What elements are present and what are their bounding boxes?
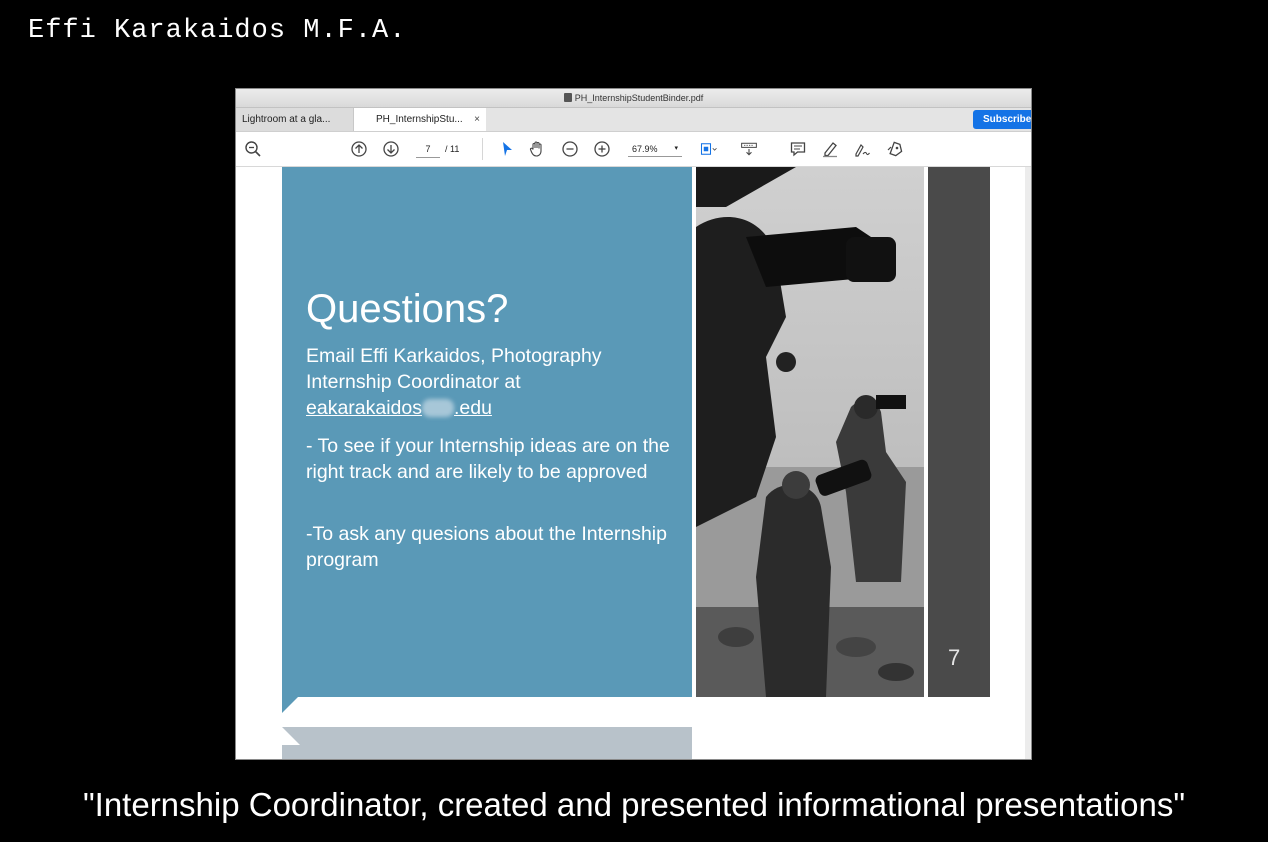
- tab-label: PH_InternshipStu...: [376, 114, 463, 125]
- tab-bar: Lightroom at a gla... PH_InternshipStu..…: [236, 108, 1031, 132]
- scroll-mode-icon[interactable]: [740, 140, 762, 158]
- caption: "Internship Coordinator, created and pre…: [82, 786, 1186, 823]
- page-up-icon[interactable]: [350, 140, 368, 158]
- zoom-minus-icon[interactable]: [561, 140, 579, 158]
- email-link[interactable]: eakarakaidos .edu: [306, 397, 492, 419]
- share-icon[interactable]: [886, 140, 904, 158]
- comment-icon[interactable]: [789, 140, 807, 158]
- chevron-down-icon: ▾: [674, 145, 678, 152]
- tab-lightroom[interactable]: Lightroom at a gla...: [236, 108, 354, 131]
- slide-text-panel: [282, 167, 692, 713]
- page-total: / 11: [445, 144, 460, 154]
- hand-icon[interactable]: [528, 140, 546, 158]
- side-accent-bar: [928, 167, 990, 697]
- highlight-icon[interactable]: [821, 140, 839, 158]
- toolbar-divider: [482, 138, 483, 160]
- zoom-select[interactable]: 67.9% ▾: [628, 141, 682, 157]
- page-down-icon[interactable]: [382, 140, 400, 158]
- slide-bullet-1: - To see if your Internship ideas are on…: [306, 435, 670, 483]
- photographers-photo: [696, 167, 924, 697]
- slide-page-number: 7: [948, 645, 961, 670]
- tab-label: Lightroom at a gla...: [242, 114, 331, 125]
- redacted-domain: [422, 399, 454, 417]
- tab-internship-binder[interactable]: PH_InternshipStu... ×: [354, 108, 486, 131]
- scrollbar[interactable]: [1025, 167, 1031, 759]
- email-prefix: eakarakaidos: [306, 397, 422, 419]
- next-slide-preview: [282, 727, 692, 759]
- sign-icon[interactable]: [853, 140, 871, 158]
- toolbar: 7 / 11 67.9% ▾: [236, 132, 1031, 167]
- header-name: Effi Karakaidos M.F.A.: [28, 16, 407, 46]
- pdf-file-icon: [563, 93, 572, 102]
- zoom-value: 67.9%: [632, 144, 658, 154]
- slide-title: Questions?: [306, 287, 509, 331]
- pdf-page: Questions? Email Effi Karkaidos, Photogr…: [240, 167, 1028, 759]
- pdf-viewer-window: PH_InternshipStudentBinder.pdf Lightroom…: [235, 88, 1032, 760]
- slide-bullet-2: -To ask any quesions about the Internshi…: [306, 523, 667, 571]
- email-suffix: .edu: [454, 397, 492, 419]
- select-arrow-icon[interactable]: [498, 140, 516, 158]
- title-bar: PH_InternshipStudentBinder.pdf: [236, 89, 1031, 108]
- window-title: PH_InternshipStudentBinder.pdf: [574, 93, 704, 103]
- zoom-out-icon[interactable]: [244, 140, 262, 158]
- coordinator-name: Email Effi Karkaidos: [306, 345, 481, 367]
- zoom-plus-icon[interactable]: [593, 140, 611, 158]
- page-number-input[interactable]: 7: [416, 141, 440, 158]
- panel-notch: [282, 697, 298, 713]
- fit-page-icon[interactable]: [700, 140, 724, 158]
- subscribe-button[interactable]: Subscribe: [973, 110, 1031, 129]
- document-view[interactable]: Questions? Email Effi Karkaidos, Photogr…: [236, 167, 1031, 759]
- close-icon[interactable]: ×: [474, 108, 480, 131]
- slide-email-paragraph: Email Effi Karkaidos, Photography Intern…: [306, 343, 676, 421]
- grey-notch: [282, 727, 300, 745]
